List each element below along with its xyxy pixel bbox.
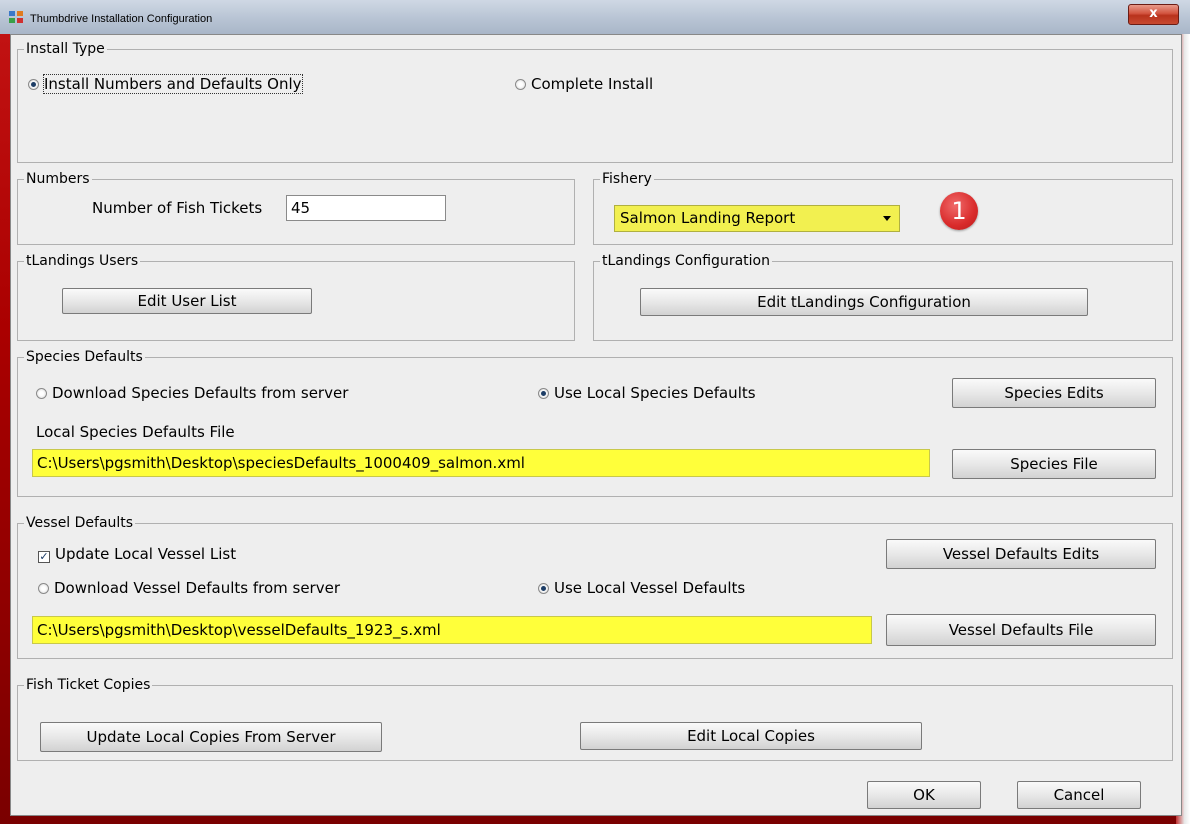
fish-tickets-label: Number of Fish Tickets bbox=[92, 199, 263, 217]
radio-unselected-icon bbox=[36, 388, 47, 399]
fishery-selected-value: Salmon Landing Report bbox=[620, 209, 796, 227]
radio-unselected-icon bbox=[515, 79, 526, 90]
complete-install-label: Complete Install bbox=[531, 75, 654, 93]
users-group: tLandings Users Edit User List bbox=[17, 251, 575, 341]
radio-unselected-icon bbox=[38, 583, 49, 594]
update-vessel-list-label: Update Local Vessel List bbox=[55, 545, 237, 563]
radio-selected-icon bbox=[538, 583, 549, 594]
species-download-label: Download Species Defaults from server bbox=[52, 384, 349, 402]
users-legend: tLandings Users bbox=[24, 251, 141, 271]
vessel-file-input[interactable]: C:\Users\pgsmith\Desktop\vesselDefaults_… bbox=[32, 616, 872, 644]
install-numbers-label: Install Numbers and Defaults Only bbox=[43, 74, 303, 94]
species-local-label: Use Local Species Defaults bbox=[554, 384, 756, 402]
species-local-radio[interactable]: Use Local Species Defaults bbox=[538, 383, 756, 403]
numbers-legend: Numbers bbox=[24, 169, 92, 189]
step-number-badge: 1 bbox=[940, 192, 978, 230]
dialog-window: Thumbdrive Installation Configuration x … bbox=[0, 0, 1190, 824]
fishery-dropdown[interactable]: Salmon Landing Report bbox=[614, 205, 900, 232]
vessel-local-label: Use Local Vessel Defaults bbox=[554, 579, 746, 597]
vessel-group: Vessel Defaults ✓ Update Local Vessel Lis… bbox=[17, 513, 1173, 659]
title-bar[interactable]: Thumbdrive Installation Configuration x bbox=[0, 0, 1190, 34]
install-type-group: Install Type Install Numbers and Default… bbox=[17, 39, 1173, 163]
edit-tlandings-config-button[interactable]: Edit tLandings Configuration bbox=[640, 288, 1088, 316]
fishery-group: Fishery Salmon Landing Report 1 bbox=[593, 169, 1173, 245]
species-download-radio[interactable]: Download Species Defaults from server bbox=[36, 383, 348, 403]
species-legend: Species Defaults bbox=[24, 347, 145, 367]
radio-selected-icon bbox=[28, 79, 39, 90]
numbers-group: Numbers Number of Fish Tickets 45 bbox=[17, 169, 575, 245]
fishery-legend: Fishery bbox=[600, 169, 654, 189]
radio-selected-icon bbox=[538, 388, 549, 399]
vessel-defaults-file-button[interactable]: Vessel Defaults File bbox=[886, 614, 1156, 646]
close-button[interactable]: x bbox=[1128, 4, 1179, 25]
update-local-copies-button[interactable]: Update Local Copies From Server bbox=[40, 722, 382, 752]
vessel-download-radio[interactable]: Download Vessel Defaults from server bbox=[38, 578, 340, 598]
checkbox-checked-icon: ✓ bbox=[38, 550, 50, 563]
species-group: Species Defaults Download Species Defaul… bbox=[17, 347, 1173, 497]
config-legend: tLandings Configuration bbox=[600, 251, 772, 271]
copies-group: Fish Ticket Copies Update Local Copies F… bbox=[17, 675, 1173, 761]
fish-tickets-input[interactable]: 45 bbox=[286, 195, 446, 221]
chevron-down-icon bbox=[883, 216, 891, 221]
complete-install-radio[interactable]: Complete Install bbox=[515, 74, 653, 94]
app-icon bbox=[9, 11, 23, 23]
vessel-legend: Vessel Defaults bbox=[24, 513, 136, 533]
edit-user-list-button[interactable]: Edit User List bbox=[62, 288, 312, 314]
species-file-input[interactable]: C:\Users\pgsmith\Desktop\speciesDefaults… bbox=[32, 449, 930, 477]
species-file-label: Local Species Defaults File bbox=[36, 423, 235, 441]
window-title: Thumbdrive Installation Configuration bbox=[30, 13, 213, 25]
edit-local-copies-button[interactable]: Edit Local Copies bbox=[580, 722, 922, 750]
config-group: tLandings Configuration Edit tLandings C… bbox=[593, 251, 1173, 341]
update-vessel-list-checkbox[interactable]: ✓ Update Local Vessel List bbox=[38, 544, 236, 564]
install-type-legend: Install Type bbox=[24, 39, 107, 59]
cancel-button[interactable]: Cancel bbox=[1017, 781, 1141, 809]
ok-button[interactable]: OK bbox=[867, 781, 981, 809]
dialog-content: Install Type Install Numbers and Default… bbox=[10, 34, 1182, 816]
vessel-download-label: Download Vessel Defaults from server bbox=[54, 579, 340, 597]
vessel-local-radio[interactable]: Use Local Vessel Defaults bbox=[538, 578, 745, 598]
vessel-defaults-edits-button[interactable]: Vessel Defaults Edits bbox=[886, 539, 1156, 569]
install-numbers-radio[interactable]: Install Numbers and Defaults Only bbox=[28, 74, 303, 94]
species-edits-button[interactable]: Species Edits bbox=[952, 378, 1156, 408]
species-file-button[interactable]: Species File bbox=[952, 449, 1156, 479]
copies-legend: Fish Ticket Copies bbox=[24, 675, 153, 695]
